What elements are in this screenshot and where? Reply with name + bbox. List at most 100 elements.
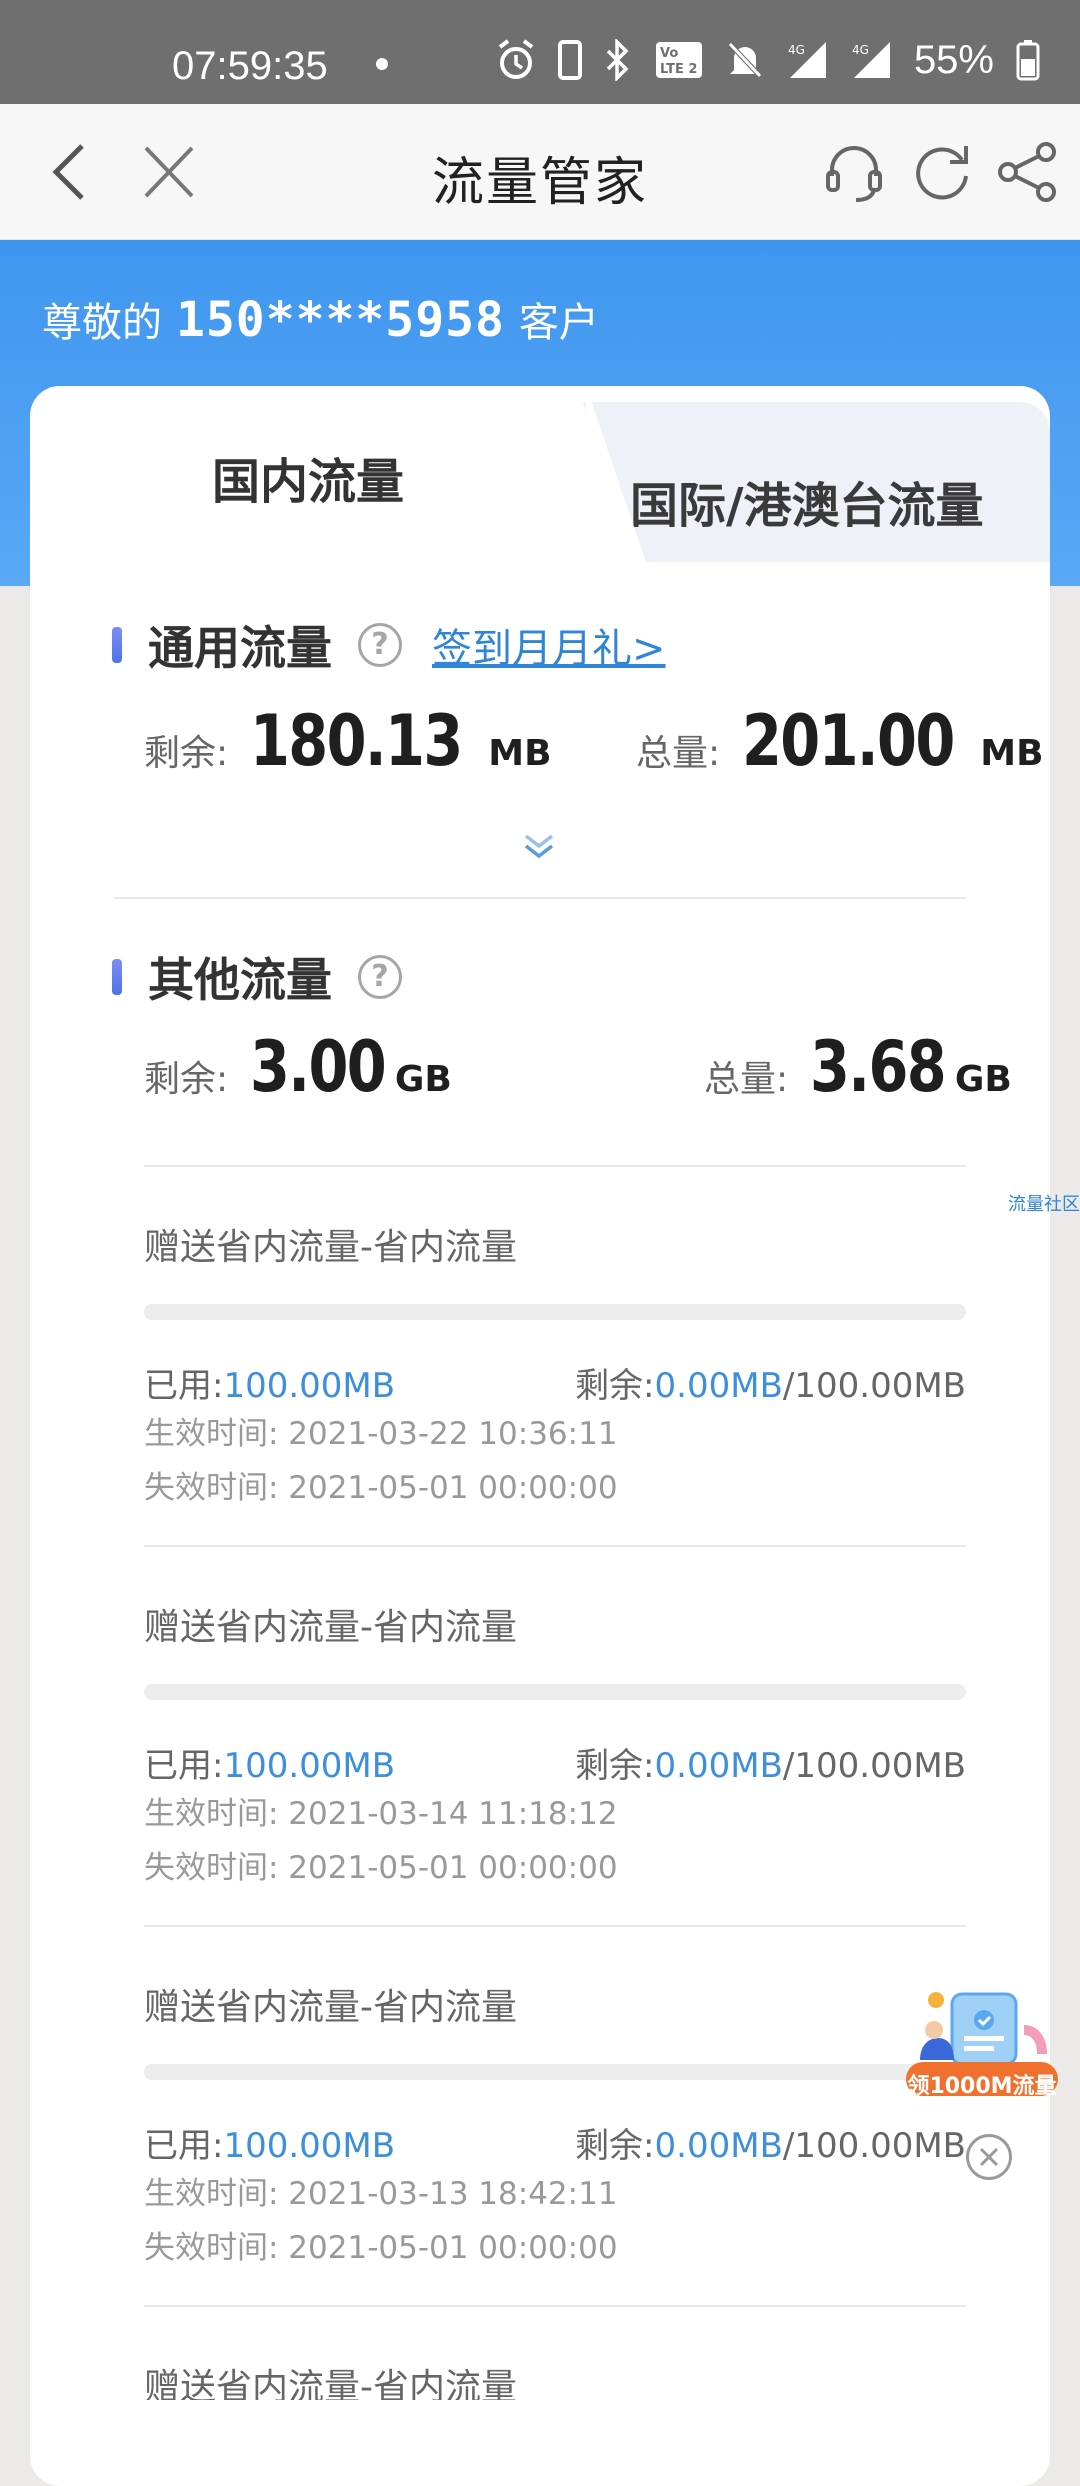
remaining-value: 180.13 [250,700,463,782]
item-title: 赠送省内流量-省内流量 [144,1607,517,1648]
phone-number: 150****5958 [176,292,505,348]
greeting: 尊敬的 150****5958 客户 [42,290,599,348]
remain-value: 0.00MB [654,1746,783,1786]
volte-icon: Vo LTE 2 [654,38,704,82]
mute-icon [726,38,764,82]
other-data-title: 其他流量 [148,953,332,1007]
status-time: 07:59:35 [172,44,328,88]
used-label: 已用: [144,1366,224,1406]
general-total: 总量: 201.00 MB [636,700,1044,782]
expand-chevron-icon[interactable] [522,830,556,864]
remaining-amount: 剩余:0.00MB/100.00MB [575,1738,966,1787]
item-divider [144,1165,966,1167]
sign-in-gift-link[interactable]: 签到月月礼> [432,616,666,674]
total-unit: GB [954,1059,1012,1100]
list-item: 赠送省内流量-省内流量 已用:100.00MB 剩余:0.00MB/100.00… [144,1978,966,2356]
svg-text:4G: 4G [852,43,869,57]
usage-progress-bar [144,2064,966,2080]
total-value: /100.00MB [782,2126,966,2166]
used-value: 100.00MB [223,1746,396,1786]
promo-close-button[interactable] [966,2134,1012,2180]
start-time: 生效时间: 2021-03-13 18:42:11 [144,2176,618,2212]
section-marker [112,627,122,663]
item-title: 赠送省内流量-省内流量 [144,1227,517,1268]
refresh-icon [916,146,968,200]
remain-label: 剩余: [575,1366,655,1406]
help-icon[interactable]: ? [358,623,402,667]
remaining-label: 剩余: [144,1059,229,1100]
item-title: 赠送省内流量-省内流量 [144,2367,517,2400]
used-label: 已用: [144,1746,224,1786]
usage-progress-bar [144,1304,966,1320]
item-divider [144,1925,966,1927]
nav-bar: 流量管家 [0,104,1080,240]
total-unit: MB [980,733,1044,774]
total-value: 3.68 [810,1026,947,1108]
status-bar: 07:59:35 Vo LTE 2 4G 4G 55% [0,0,1080,104]
refresh-button[interactable] [910,140,974,204]
tab-domestic-label: 国内流量 [211,454,404,510]
remaining-unit: MB [488,733,552,774]
share-icon [998,142,1056,202]
remain-label: 剩余: [575,1746,655,1786]
total-label: 总量: [636,733,721,774]
list-item: 赠送省内流量-省内流量 [144,2358,966,2400]
list-item: 赠送省内流量-省内流量 已用:100.00MB 剩余:0.00MB/100.00… [144,1598,966,1976]
greeting-suffix: 客户 [518,300,599,346]
remaining-amount: 剩余:0.00MB/100.00MB [575,1358,966,1407]
battery-percent: 55% [913,37,994,82]
svg-text:LTE 2: LTE 2 [660,62,697,77]
headset-icon [826,146,882,202]
item-title: 赠送省内流量-省内流量 [144,1987,517,2028]
used-value: 100.00MB [223,2126,396,2166]
total-value: 201.00 [742,700,955,782]
remaining-label: 剩余: [144,733,229,774]
notification-dot-icon [376,58,388,70]
general-data-title: 通用流量 [148,621,332,675]
signal-4g-icon: 4G [786,38,828,82]
greeting-prefix: 尊敬的 [42,300,162,346]
item-divider [144,1545,966,1547]
usage-progress-bar [144,1684,966,1700]
remain-value: 0.00MB [654,1366,783,1406]
close-circle-icon [979,2147,999,2167]
used-label: 已用: [144,2126,224,2166]
vibrate-phone-icon [557,38,582,82]
tab-domestic[interactable]: 国内流量 [30,386,586,562]
help-icon[interactable]: ? [358,955,402,999]
remain-label: 剩余: [575,2126,655,2166]
bluetooth-icon [604,38,632,82]
used-amount: 已用:100.00MB [144,1358,395,1407]
tab-corner [586,386,646,562]
remaining-value: 3.00 [250,1026,387,1108]
battery-icon [1016,38,1040,82]
status-icons: Vo LTE 2 4G 4G 55% [496,36,1040,84]
customer-service-button[interactable] [822,140,886,204]
remain-value: 0.00MB [654,2126,783,2166]
used-amount: 已用:100.00MB [144,1738,395,1787]
end-time: 失效时间: 2021-05-01 00:00:00 [144,2230,618,2266]
remaining-unit: GB [394,1059,452,1100]
other-total: 总量: 3.68 GB [704,1026,1012,1108]
tab-international-label: 国际/港澳台流量 [630,478,984,534]
data-community-link[interactable]: 流量社区 [1008,1190,1080,1216]
start-time: 生效时间: 2021-03-14 11:18:12 [144,1796,618,1832]
general-data-header: 通用流量 ? 签到月月礼> [112,612,666,678]
tab-bar: 国际/港澳台流量 国内流量 [30,386,1050,562]
end-time: 失效时间: 2021-05-01 00:00:00 [144,1470,618,1506]
share-button[interactable] [996,140,1060,204]
used-value: 100.00MB [223,1366,396,1406]
svg-text:Vo: Vo [660,46,678,61]
start-time: 生效时间: 2021-03-22 10:36:11 [144,1416,618,1452]
used-amount: 已用:100.00MB [144,2118,395,2167]
general-remaining: 剩余: 180.13 MB [144,700,552,782]
total-label: 总量: [704,1059,789,1100]
signal-4g-2-icon: 4G [850,38,892,82]
list-item: 赠送省内流量-省内流量 已用:100.00MB 剩余:0.00MB/100.00… [144,1218,966,1596]
other-remaining: 剩余: 3.00 GB [144,1026,452,1108]
total-value: /100.00MB [782,1746,966,1786]
other-data-header: 其他流量 ? [112,944,402,1010]
promo-float-button[interactable]: 领1000M流量 [902,1990,1062,2100]
end-time: 失效时间: 2021-05-01 00:00:00 [144,1850,618,1886]
alarm-icon [496,38,536,82]
